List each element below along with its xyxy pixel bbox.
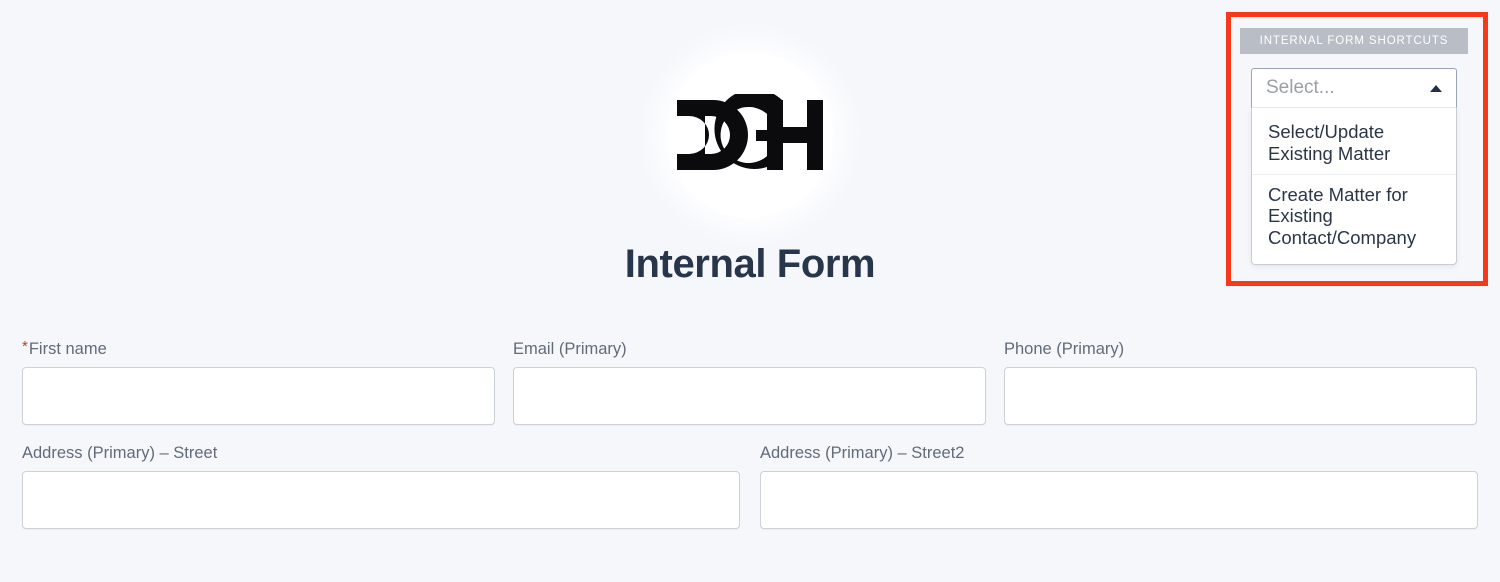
shortcuts-select-menu: Select/Update Existing Matter Create Mat… xyxy=(1251,108,1457,266)
field-label-address-street2: Address (Primary) – Street2 xyxy=(760,443,965,462)
email-primary-input[interactable] xyxy=(513,366,986,425)
address-street-input[interactable] xyxy=(22,470,740,529)
shortcuts-option-select-update-existing-matter[interactable]: Select/Update Existing Matter xyxy=(1252,112,1456,174)
form-body: *First name Email (Primary) Phone (Prima… xyxy=(0,338,1500,529)
internal-form-shortcuts-panel: INTERNAL FORM SHORTCUTS Select... Select… xyxy=(1240,28,1468,266)
field-label-email-primary: Email (Primary) xyxy=(513,340,627,358)
field-label-text: First name xyxy=(28,340,107,358)
form-row-address: Address (Primary) – Street Address (Prim… xyxy=(0,444,1500,529)
field-email-primary: Email (Primary) xyxy=(513,340,986,425)
field-label-address-street: Address (Primary) – Street xyxy=(22,443,218,462)
field-phone-primary: Phone (Primary) xyxy=(1004,340,1477,425)
field-first-name: *First name xyxy=(22,338,495,425)
field-address-street2: Address (Primary) – Street2 xyxy=(760,444,1478,529)
shortcuts-select-stack: Select... Select/Update Existing Matter … xyxy=(1240,68,1468,266)
field-label-first-name: *First name xyxy=(22,338,495,360)
field-label-phone-primary: Phone (Primary) xyxy=(1004,340,1125,358)
form-row-contact: *First name Email (Primary) Phone (Prima… xyxy=(0,338,1500,425)
first-name-input[interactable] xyxy=(22,366,495,425)
logo-container xyxy=(667,52,833,218)
shortcuts-select-control[interactable]: Select... xyxy=(1251,68,1457,108)
dgh-logo-icon xyxy=(677,94,823,170)
phone-primary-input[interactable] xyxy=(1004,366,1477,425)
required-asterisk-icon: * xyxy=(22,338,28,355)
page-title: Internal Form xyxy=(624,242,876,286)
shortcuts-select-placeholder: Select... xyxy=(1266,77,1335,98)
address-street2-input[interactable] xyxy=(760,470,1478,529)
shortcuts-header-label: INTERNAL FORM SHORTCUTS xyxy=(1240,28,1468,54)
caret-up-icon[interactable] xyxy=(1430,84,1442,92)
field-address-street: Address (Primary) – Street xyxy=(22,444,740,529)
shortcuts-option-create-matter-existing-contact[interactable]: Create Matter for Existing Contact/Compa… xyxy=(1252,173,1456,258)
